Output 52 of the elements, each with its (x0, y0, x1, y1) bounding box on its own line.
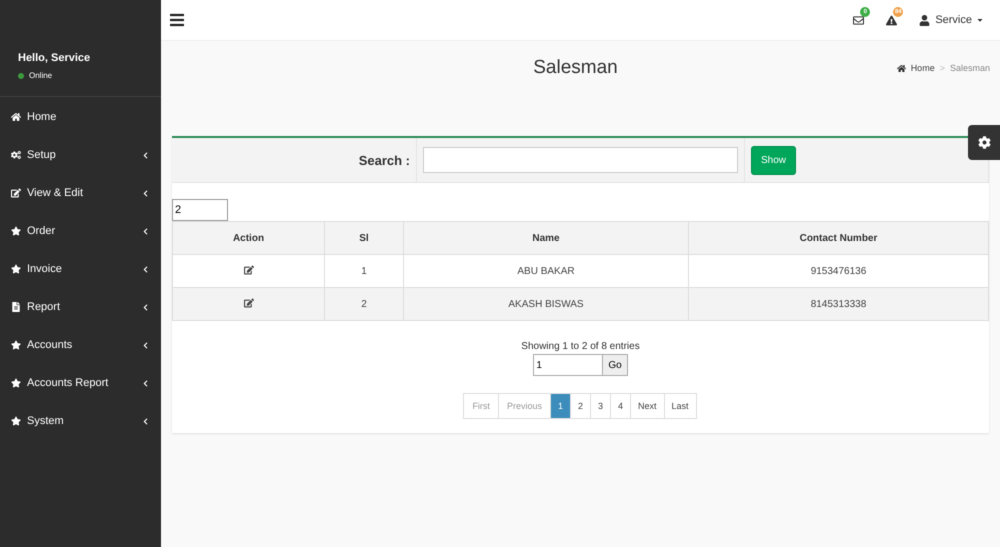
column-header: Name (404, 222, 688, 254)
pagination-link[interactable]: 3 (590, 393, 611, 419)
page-size-field[interactable]: 2 (172, 199, 228, 221)
warning-icon[interactable] (886, 14, 898, 26)
home-icon (896, 64, 906, 72)
menu-icon[interactable] (169, 12, 185, 28)
pagination-link[interactable]: 2 (570, 393, 591, 419)
user-menu[interactable]: Service (935, 14, 972, 26)
star-icon (11, 378, 21, 388)
pagination-link[interactable]: 4 (610, 393, 632, 419)
breadcrumb-link[interactable]: Home (910, 63, 935, 73)
page-number-field[interactable]: 1 (533, 354, 604, 376)
document-icon (11, 302, 21, 312)
sidebar-item[interactable]: View & Edit (0, 174, 161, 212)
sidebar-item[interactable]: Setup (0, 136, 161, 174)
caret-icon[interactable] (976, 16, 984, 24)
sidebar-item[interactable]: Invoice (0, 250, 161, 288)
page-title: Salesman (532, 57, 619, 79)
sidebar-item[interactable]: Order (0, 212, 161, 250)
edit-icon (11, 188, 21, 198)
go-button[interactable]: Go (603, 354, 628, 376)
status-label: Online (29, 71, 52, 80)
column-header: Contact Number (688, 222, 988, 254)
column-header: Sl (324, 222, 404, 254)
star-icon (11, 264, 21, 274)
sidebar-item[interactable]: Accounts (0, 326, 161, 364)
table-cell: 2 (324, 288, 404, 320)
home-icon (11, 112, 21, 122)
star-icon (11, 340, 21, 350)
settings-icon[interactable] (968, 125, 1000, 160)
pagination-link[interactable]: Last (664, 393, 697, 419)
sidebar-item[interactable]: System (0, 402, 161, 440)
entries-info: Showing 1 to 2 of 8 entries (521, 341, 640, 352)
user-greeting: Hello, Service (18, 52, 92, 64)
sidebar-item[interactable]: Accounts Report (0, 364, 161, 402)
sidebar-item[interactable]: Report (0, 288, 161, 326)
pagination-link[interactable]: 1 (550, 393, 571, 419)
star-icon (11, 416, 21, 426)
user-icon[interactable] (919, 14, 930, 26)
pagination-link[interactable]: Next (630, 393, 665, 419)
edit-icon[interactable] (244, 264, 254, 274)
gears-icon (11, 150, 21, 160)
breadcrumb-separator: > (940, 63, 945, 73)
column-header: Action (172, 222, 324, 254)
edit-icon[interactable] (244, 298, 254, 308)
envelope-icon[interactable] (853, 14, 864, 26)
table-cell: 8145313338 (688, 288, 988, 320)
search-field[interactable] (423, 147, 738, 173)
sidebar-item[interactable]: Home (0, 98, 161, 136)
search-label: Search : (358, 152, 410, 168)
table-cell: AKASH BISWAS (404, 288, 688, 320)
star-icon (11, 226, 21, 236)
